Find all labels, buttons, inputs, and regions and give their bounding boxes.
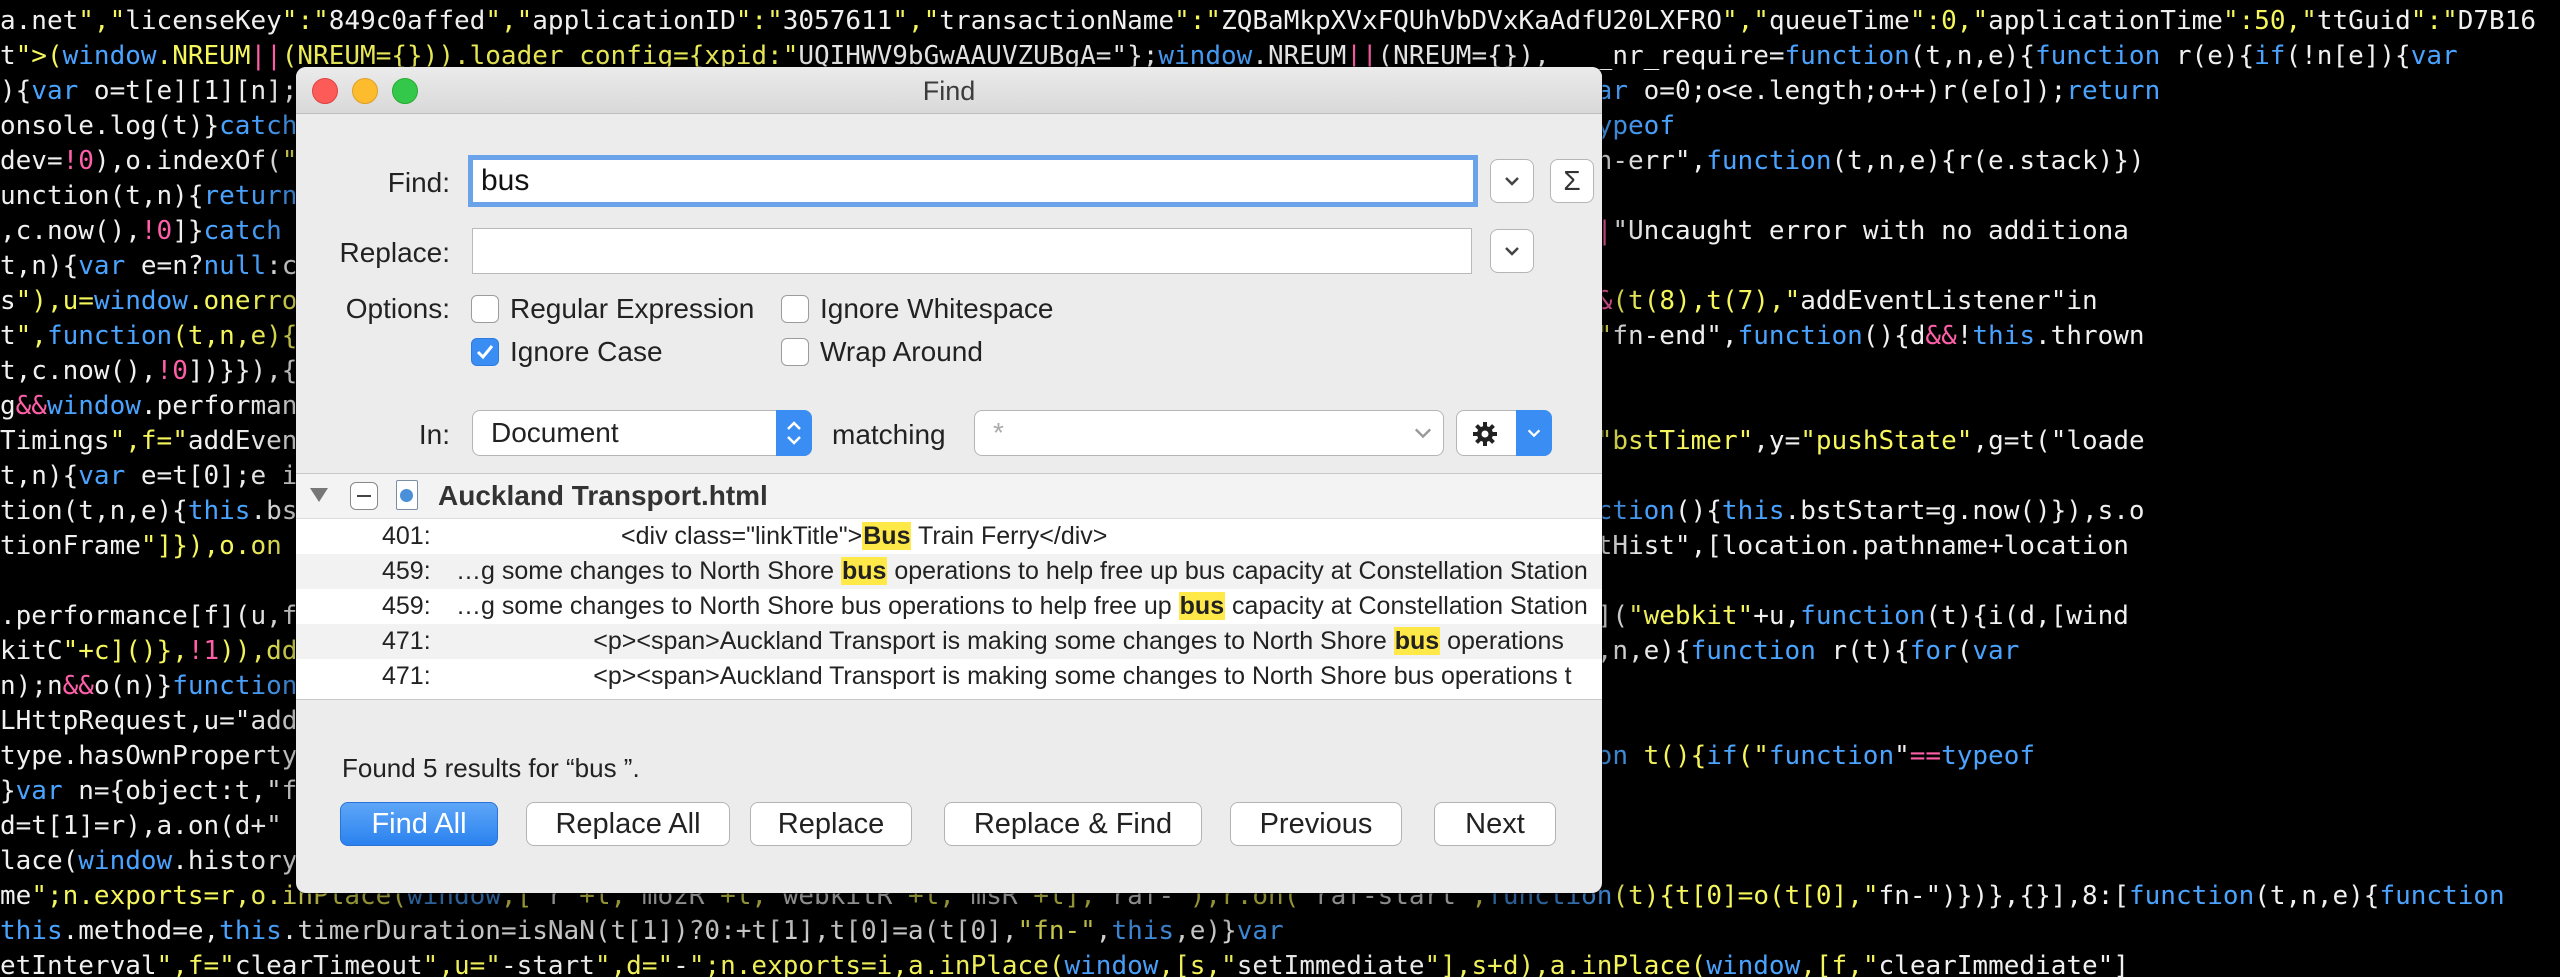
gear-icon xyxy=(1473,422,1497,446)
in-label: In: xyxy=(418,419,450,450)
result-row[interactable]: 471: <p><span>Auckland Transport is maki… xyxy=(296,659,1602,694)
options-label: Options: xyxy=(345,293,450,324)
match-highlight: bus xyxy=(1178,592,1226,620)
regular-expression-checkbox[interactable] xyxy=(471,295,499,323)
find-label: Find: xyxy=(387,167,450,198)
html-file-icon xyxy=(396,480,418,510)
find-input[interactable]: bus xyxy=(468,155,1478,207)
ignore-whitespace-checkbox[interactable] xyxy=(781,295,809,323)
wrap-around-checkbox[interactable] xyxy=(781,338,809,366)
snippet-before: <p><span>Auckland Transport is making so… xyxy=(496,662,1572,690)
results-file-header[interactable]: Auckland Transport.html xyxy=(296,474,1602,519)
chevron-down-icon xyxy=(1414,428,1432,439)
replace-and-find-button[interactable]: Replace & Find xyxy=(944,802,1202,846)
result-snippet: <p><span>Auckland Transport is making so… xyxy=(496,662,1572,691)
search-scope-popup[interactable]: Document xyxy=(472,410,812,456)
match-highlight: bus xyxy=(1393,627,1441,655)
chevron-down-icon xyxy=(1505,247,1519,256)
result-row[interactable]: 401: <div class="linkTitle">Bus Train Fe… xyxy=(296,519,1602,554)
snippet-before: <p><span>Auckland Transport is making so… xyxy=(496,627,1394,655)
result-line-number: 401: xyxy=(382,522,431,550)
code-line: a.net","licenseKey":"849c0affed","applic… xyxy=(0,6,2537,36)
sigma-icon: Σ xyxy=(1563,165,1581,196)
result-line-number: 471: xyxy=(382,662,431,690)
snippet-after: operations to help free up bus capacity … xyxy=(887,557,1588,585)
match-highlight: bus xyxy=(840,557,888,585)
find-history-button[interactable] xyxy=(1490,159,1534,203)
result-row[interactable]: 459: …g some changes to North Shore bus o… xyxy=(296,589,1602,624)
chevron-down-icon xyxy=(1516,410,1552,456)
result-file-name: Auckland Transport.html xyxy=(438,480,768,511)
ignore-whitespace-label[interactable]: Ignore Whitespace xyxy=(820,293,1053,325)
remove-file-results-button[interactable] xyxy=(350,482,378,510)
snippet-before: …g some changes to North Shore bus opera… xyxy=(456,592,1179,620)
snippet-before: <div class="linkTitle"> xyxy=(496,522,863,550)
matching-pattern-value: * xyxy=(993,417,1004,448)
search-settings-button[interactable] xyxy=(1456,410,1552,456)
match-highlight: Bus xyxy=(862,522,912,550)
find-all-button[interactable]: Find All xyxy=(340,802,498,846)
replace-button[interactable]: Replace xyxy=(750,802,912,846)
chevron-down-icon xyxy=(1505,177,1519,186)
next-button[interactable]: Next xyxy=(1434,802,1556,846)
result-line-number: 471: xyxy=(382,627,431,655)
previous-button[interactable]: Previous xyxy=(1230,802,1402,846)
ignore-case-checkbox[interactable] xyxy=(471,338,499,366)
replace-history-button[interactable] xyxy=(1490,229,1534,273)
matching-label: matching xyxy=(832,419,946,450)
disclosure-triangle-icon[interactable] xyxy=(310,488,328,502)
search-scope-value: Document xyxy=(491,417,619,448)
result-line-number: 459: xyxy=(382,557,431,585)
result-row[interactable]: 471: <p><span>Auckland Transport is maki… xyxy=(296,624,1602,659)
title-bar[interactable]: Find xyxy=(296,67,1602,114)
checkmark-icon xyxy=(476,345,494,360)
results-status-text: Found 5 results for “bus ”. xyxy=(342,753,640,783)
code-line: this.method=e,this.timerDuration=isNaN(t… xyxy=(0,916,1284,946)
result-snippet: <div class="linkTitle">Bus Train Ferry</… xyxy=(496,522,1107,551)
wrap-around-label[interactable]: Wrap Around xyxy=(820,336,983,368)
result-snippet: …g some changes to North Shore bus opera… xyxy=(456,592,1588,621)
snippet-before: …g some changes to North Shore xyxy=(456,557,841,585)
up-down-arrows-icon xyxy=(776,410,812,456)
result-snippet: …g some changes to North Shore bus opera… xyxy=(456,557,1588,586)
ignore-case-label[interactable]: Ignore Case xyxy=(510,336,663,368)
replace-input[interactable] xyxy=(472,228,1472,274)
regular-expression-label[interactable]: Regular Expression xyxy=(510,293,754,325)
special-characters-button[interactable]: Σ xyxy=(1550,159,1594,203)
dialog-title: Find xyxy=(922,76,976,106)
replace-all-button[interactable]: Replace All xyxy=(526,802,730,846)
results-list[interactable]: Auckland Transport.html 401: <div class=… xyxy=(296,473,1602,700)
result-snippet: <p><span>Auckland Transport is making so… xyxy=(496,627,1564,656)
snippet-after: capacity at Constellation Station xyxy=(1225,592,1588,620)
snippet-after: Train Ferry</div> xyxy=(911,522,1108,550)
result-line-number: 459: xyxy=(382,592,431,620)
matching-pattern-field[interactable]: * xyxy=(974,410,1444,456)
snippet-after: operations xyxy=(1440,627,1564,655)
find-dialog: Find Find: bus Σ Replace: Options: Regul… xyxy=(296,67,1602,893)
result-row[interactable]: 459: …g some changes to North Shore bus o… xyxy=(296,554,1602,589)
replace-label: Replace: xyxy=(339,237,450,268)
